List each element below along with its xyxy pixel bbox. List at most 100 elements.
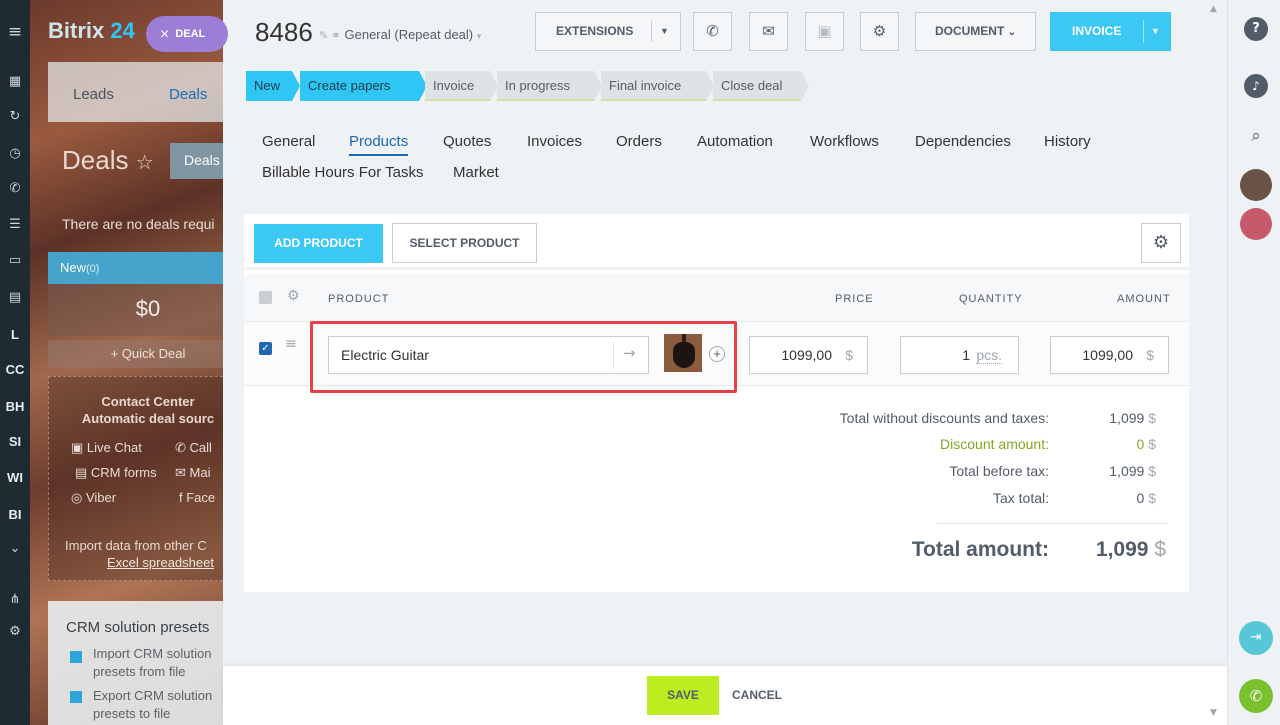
close-icon[interactable]: × — [160, 26, 169, 43]
deal-slider-tab[interactable]: × DEAL — [146, 16, 228, 52]
import-icon — [70, 651, 82, 663]
stage-invoice[interactable]: Invoice — [425, 71, 498, 101]
before-tax-value: 1,099 $ — [1109, 463, 1156, 479]
crm-forms-link[interactable]: ▤ CRM forms — [75, 465, 157, 481]
footer-bar: SAVE CANCEL — [223, 666, 1227, 725]
export-presets-link[interactable]: Export CRM solution presets to file — [93, 687, 223, 723]
scroll-down-icon[interactable]: ▼ — [1210, 708, 1217, 718]
highlight-box — [310, 321, 737, 393]
gear-icon[interactable]: ⚙ — [1141, 223, 1181, 263]
tab-deals[interactable]: Deals — [169, 86, 207, 103]
gear-icon[interactable]: ⚙ — [0, 624, 30, 639]
tab-billable-hours[interactable]: Billable Hours For Tasks — [262, 164, 423, 181]
dashboard-icon[interactable]: ▦ — [0, 74, 30, 89]
tax-total-label: Tax total: — [992, 490, 1049, 506]
avatar[interactable] — [1240, 208, 1272, 240]
deal-header: 8486 ✎ ⚭ General (Repeat deal) ▾ EXTENSIO… — [223, 0, 1227, 64]
deals-filter-button[interactable]: Deals — [170, 143, 223, 179]
select-product-button[interactable]: SELECT PRODUCT — [392, 223, 537, 263]
crm-presets-block: CRM solution presets Import CRM solution… — [48, 601, 223, 725]
search-icon[interactable]: ⌕ — [1244, 124, 1268, 148]
total-amount-label: Total amount: — [911, 538, 1049, 561]
column-amount: AMOUNT — [1117, 293, 1171, 305]
chevron-down-icon[interactable]: ⌄ — [0, 541, 30, 556]
stage-in-progress[interactable]: In progress — [497, 71, 602, 101]
chat-icon[interactable]: ▣ — [805, 12, 844, 51]
nav-item-wi[interactable]: WI — [0, 470, 30, 485]
avatar[interactable] — [1240, 169, 1272, 201]
mail-link[interactable]: ✉ Mai — [175, 465, 210, 481]
deal-category[interactable]: ✎ ⚭ General (Repeat deal) ▾ — [319, 27, 481, 42]
document-button[interactable]: DOCUMENT ⌄ — [915, 12, 1036, 51]
contact-card-icon[interactable]: ▤ — [0, 290, 30, 305]
tab-workflows[interactable]: Workflows — [810, 133, 879, 150]
tab-dependencies[interactable]: Dependencies — [915, 133, 1011, 150]
tab-automation[interactable]: Automation — [697, 133, 773, 150]
live-chat-link[interactable]: ▣ Live Chat — [71, 440, 142, 456]
clock-icon[interactable]: ◷ — [0, 146, 30, 161]
gear-icon[interactable]: ⚙ — [287, 288, 300, 304]
chevron-down-icon: ⌄ — [1007, 27, 1017, 38]
bell-icon[interactable]: ♪ — [1244, 74, 1268, 98]
chevron-down-icon: ▼ — [660, 26, 669, 36]
tab-products[interactable]: Products — [349, 133, 409, 156]
select-all-checkbox[interactable] — [259, 291, 272, 304]
nav-item-cc[interactable]: CC — [0, 362, 30, 377]
contact-center-block: Contact Center Automatic deal sourc ▣ Li… — [48, 376, 223, 581]
excel-link[interactable]: Excel spreadsheet — [107, 555, 214, 570]
exit-icon[interactable]: ⇥ — [1239, 621, 1273, 655]
tab-invoices[interactable]: Invoices — [527, 133, 582, 150]
phone-icon[interactable]: ✆ — [0, 181, 30, 196]
stage-sum: $0 — [48, 284, 223, 336]
import-presets-link[interactable]: Import CRM solution presets from file — [93, 645, 223, 681]
stage-new[interactable]: New — [246, 71, 300, 101]
call-icon[interactable]: ✆ — [693, 12, 732, 51]
nav-item-l[interactable]: L — [0, 327, 30, 342]
mail-icon[interactable]: ✉ — [749, 12, 788, 51]
stage-final-invoice[interactable]: Final invoice — [601, 71, 714, 101]
network-icon[interactable]: ⋔ — [0, 592, 30, 607]
drag-handle-icon[interactable]: ≡ — [285, 336, 297, 352]
total-amount-value: 1,099 $ — [1095, 538, 1166, 561]
gear-icon[interactable]: ⚙ — [860, 12, 899, 51]
tab-quotes[interactable]: Quotes — [443, 133, 491, 150]
price-input[interactable]: 1099,00 $ — [749, 336, 868, 374]
sync-icon[interactable]: ↻ — [0, 109, 30, 124]
import-text: Import data from other C — [65, 538, 207, 553]
deal-slider: 8486 ✎ ⚭ General (Repeat deal) ▾ EXTENSIO… — [223, 0, 1227, 725]
help-icon[interactable]: ? — [1244, 17, 1268, 41]
discount-label: Discount amount: — [940, 436, 1049, 452]
tab-market[interactable]: Market — [453, 164, 499, 181]
row-checkbox[interactable]: ✓ — [259, 342, 272, 355]
add-product-button[interactable]: ADD PRODUCT — [254, 224, 383, 263]
quick-deal-button[interactable]: + Quick Deal — [48, 340, 223, 368]
facebook-link[interactable]: f Face — [179, 490, 215, 505]
viber-link[interactable]: ◎ Viber — [71, 490, 116, 506]
kanban-stage-new: New(0) — [48, 252, 223, 284]
tax-total-value: 0 $ — [1136, 490, 1156, 506]
phone-icon[interactable]: ✆ — [1239, 679, 1273, 713]
nav-item-si[interactable]: SI — [0, 434, 30, 449]
save-button[interactable]: SAVE — [647, 676, 719, 715]
tab-history[interactable]: History — [1044, 133, 1091, 150]
calendar-icon[interactable]: ▭ — [0, 253, 30, 268]
amount-input[interactable]: 1099,00 $ — [1050, 336, 1169, 374]
call-link[interactable]: ✆ Call — [175, 440, 212, 456]
nav-item-bh[interactable]: BH — [0, 399, 30, 414]
nav-item-bi[interactable]: BI — [0, 507, 30, 522]
tab-general[interactable]: General — [262, 133, 315, 150]
quantity-input[interactable]: 1 pcs. — [900, 336, 1019, 374]
left-nav: ≡ ▦ ↻ ◷ ✆ ☰ ▭ ▤ L CC BH SI WI BI ⌄ ⋔ ⚙ — [0, 0, 30, 725]
scroll-up-icon[interactable]: ▲ — [1210, 4, 1217, 14]
tab-orders[interactable]: Orders — [616, 133, 662, 150]
bitrix-logo: Bitrix 24 — [48, 18, 135, 43]
menu-icon[interactable]: ≡ — [0, 22, 30, 42]
stage-close-deal[interactable]: Close deal — [713, 71, 809, 101]
filter-icon[interactable]: ☰ — [0, 217, 30, 232]
invoice-button[interactable]: INVOICE ▼ — [1050, 12, 1171, 51]
tab-leads[interactable]: Leads — [73, 86, 114, 103]
extensions-button[interactable]: EXTENSIONS ▼ — [535, 12, 681, 51]
total-without-discounts-label: Total without discounts and taxes: — [839, 410, 1049, 426]
stage-create-papers[interactable]: Create papers — [300, 71, 427, 101]
cancel-button[interactable]: CANCEL — [732, 676, 782, 715]
